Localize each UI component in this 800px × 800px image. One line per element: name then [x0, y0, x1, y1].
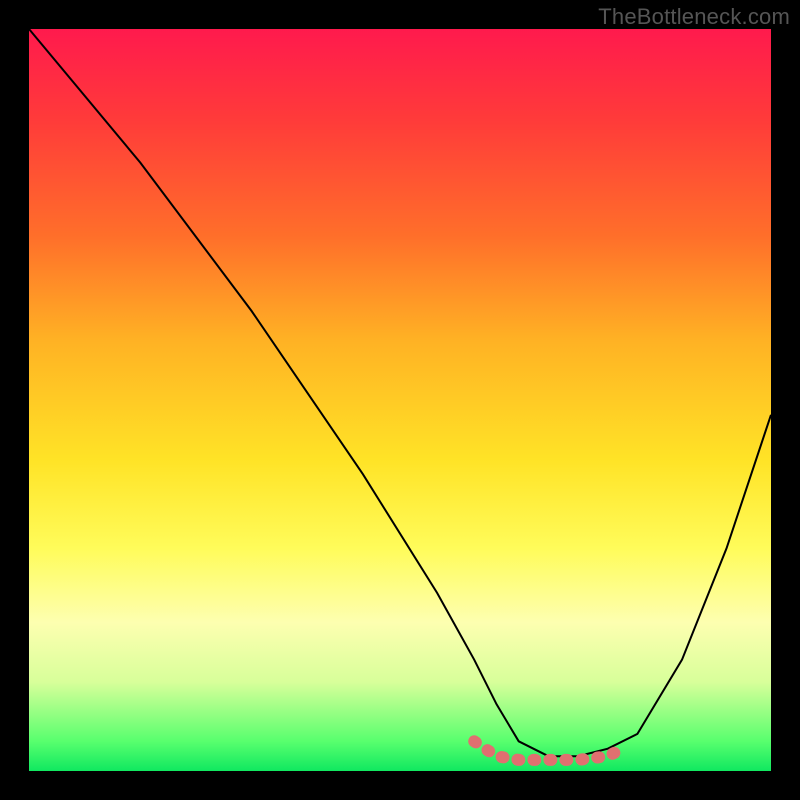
chart-plot-area — [29, 29, 771, 771]
curve-path — [29, 29, 771, 756]
chart-svg — [29, 29, 771, 771]
chart-frame: TheBottleneck.com — [0, 0, 800, 800]
watermark-text: TheBottleneck.com — [598, 4, 790, 30]
bottleneck-curve — [29, 29, 771, 756]
